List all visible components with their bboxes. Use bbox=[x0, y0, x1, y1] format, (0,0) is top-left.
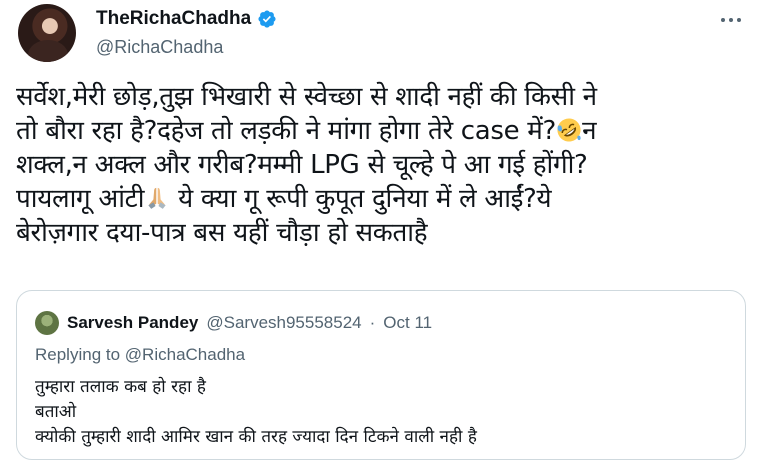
user-info: TheRichaChadha @RichaChadha bbox=[96, 8, 277, 58]
separator-dot: · bbox=[369, 313, 376, 332]
quoted-text: तुम्हारा तलाक कब हो रहा है बताओ क्योकी त… bbox=[35, 375, 477, 450]
display-name[interactable]: TheRichaChadha bbox=[96, 8, 251, 30]
quoted-line-2: बताओ bbox=[35, 402, 77, 422]
quoted-avatar[interactable] bbox=[35, 311, 59, 335]
quoted-display-name[interactable]: Sarvesh Pandey bbox=[67, 313, 198, 333]
replying-mention[interactable]: @RichaChadha bbox=[125, 345, 245, 364]
more-options-icon[interactable] bbox=[719, 12, 743, 28]
folded-hands-emoji-icon bbox=[148, 187, 166, 209]
tweet-line-4-tail: ये क्या गू रूपी कुपूत दुनिया में ले आईं?… bbox=[178, 184, 552, 214]
tweet-line-2-text: तो बौरा रहा है?दहेज तो लड़की ने मांगा हो… bbox=[16, 116, 557, 146]
quoted-line-3: क्योकी तुम्हारी शादी आमिर खान की तरह ज्य… bbox=[35, 427, 477, 447]
replying-to: Replying to @RichaChadha bbox=[35, 345, 245, 365]
tweet-card: TheRichaChadha @RichaChadha सर्वेश,मेरी … bbox=[0, 0, 759, 464]
tweet-line-2-tail: न bbox=[582, 116, 597, 146]
replying-prefix: Replying to bbox=[35, 345, 121, 364]
tweet-line-1: सर्वेश,मेरी छोड़,तुझ भिखारी से स्वेच्छा … bbox=[16, 82, 597, 112]
tweet-line-5: बेरोज़गार दया-पात्र बस यहीं चौड़ा हो सकत… bbox=[16, 218, 428, 248]
tweet-line-4-text: पायलागू आंटी bbox=[16, 184, 145, 214]
tweet-line-3: शक्ल,न अक्ल और गरीब?मम्मी LPG से चूल्हे … bbox=[16, 150, 588, 180]
quoted-line-1: तुम्हारा तलाक कब हो रहा है bbox=[35, 377, 206, 397]
rolling-on-floor-laughing-emoji-icon bbox=[557, 118, 581, 142]
quoted-tweet-header: Sarvesh Pandey @Sarvesh95558524 · Oct 11 bbox=[35, 311, 432, 335]
avatar[interactable] bbox=[18, 4, 76, 62]
tweet-line-2: तो बौरा रहा है?दहेज तो लड़की ने मांगा हो… bbox=[16, 114, 746, 148]
name-row: TheRichaChadha bbox=[96, 8, 277, 30]
quoted-tweet[interactable]: Sarvesh Pandey @Sarvesh95558524 · Oct 11… bbox=[16, 290, 746, 460]
quoted-handle[interactable]: @Sarvesh95558524 bbox=[206, 313, 361, 333]
tweet-text: सर्वेश,मेरी छोड़,तुझ भिखारी से स्वेच्छा … bbox=[16, 80, 746, 250]
verified-badge-icon bbox=[258, 10, 276, 28]
quoted-date[interactable]: Oct 11 bbox=[383, 313, 432, 333]
user-handle[interactable]: @RichaChadha bbox=[96, 37, 277, 58]
tweet-line-4: पायलागू आंटी ये क्या गू रूपी कुपूत दुनिय… bbox=[16, 182, 746, 216]
